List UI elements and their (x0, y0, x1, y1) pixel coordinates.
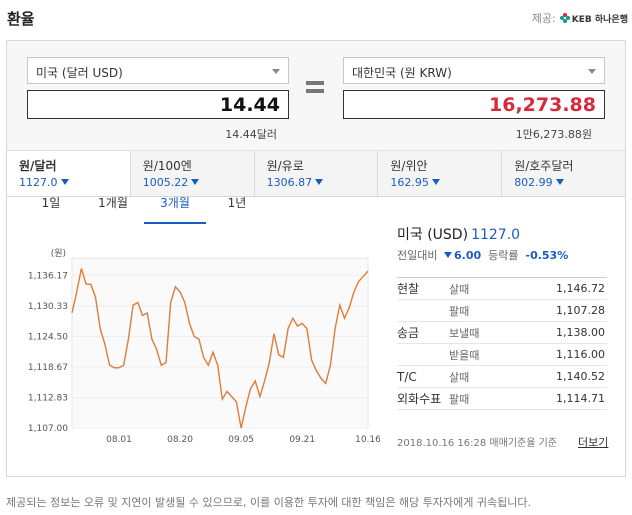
y-axis-unit: (원) (51, 248, 66, 259)
tab-name: 원/달러 (19, 159, 57, 173)
row-value: 1,107.28 (556, 304, 605, 317)
x-tick-label: 09.21 (289, 435, 315, 445)
table-row: 외화수표 팔때 1,114.71 (397, 388, 607, 410)
row-type: 살때 (449, 282, 470, 296)
table-row: 송금 보낼때 1,138.00 (397, 322, 607, 344)
y-tick-label: 1,118.67 (28, 363, 68, 373)
row-type: 팔때 (449, 304, 470, 318)
provider: 제공: KEB 하나은행 (532, 10, 628, 26)
x-tick-label: 09.05 (228, 435, 254, 445)
tab-cny[interactable]: 원/위안 162.95 (377, 151, 502, 196)
y-tick-label: 1,136.17 (28, 271, 68, 281)
provider-label: 제공: (531, 12, 556, 25)
y-tick-label: 1,130.33 (28, 302, 68, 312)
disclaimer: 제공되는 정보는 오류 및 지연이 발생될 수 있으므로, 이를 이용한 투자에… (6, 496, 531, 509)
change-value: 6.00 (453, 249, 482, 262)
to-currency-select[interactable]: 대한민국 (원 KRW) (343, 57, 605, 84)
row-group: 외화수표 (397, 392, 442, 406)
y-tick-label: 1,124.50 (28, 332, 68, 342)
to-amount-text: 1만6,273.88원 (515, 128, 592, 141)
row-type: 팔때 (449, 392, 470, 406)
down-arrow-icon (431, 179, 440, 185)
from-currency-label: 미국 (달러 USD) (36, 66, 123, 80)
keb-hana-logo[interactable]: KEB 하나은행 (559, 12, 628, 25)
row-value: 1,140.52 (556, 370, 605, 383)
table-row: T/C 살때 1,140.52 (397, 366, 607, 388)
tab-name: 원/100엔 (142, 159, 192, 173)
from-amount-text: 14.44달러 (225, 128, 277, 141)
pct-label: 등락률 (488, 249, 519, 262)
row-type: 받을때 (449, 348, 480, 362)
row-value: 1,138.00 (556, 326, 605, 339)
chevron-down-icon (588, 69, 596, 74)
to-currency-label: 대한민국 (원 KRW) (352, 66, 452, 80)
x-tick-label: 10.16 (355, 435, 380, 445)
row-group: 현찰 (397, 282, 420, 296)
tab-value: 802.99 (514, 176, 553, 189)
from-amount-input[interactable]: 14.44 (27, 90, 289, 119)
table-row: 팔때 1,107.28 (397, 300, 607, 322)
row-value: 1,116.00 (556, 348, 605, 361)
row-value: 1,114.71 (556, 392, 605, 405)
rates-table: 현찰 살때 1,146.72 팔때 1,107.28 송금 보낼때 1,138.00 받을… (397, 277, 607, 410)
tab-3month[interactable]: 3개월 (144, 182, 206, 224)
row-group: 송금 (397, 326, 420, 340)
tab-aud[interactable]: 원/호주달러 802.99 (501, 151, 625, 196)
info-rate: 1127.0 (471, 227, 521, 243)
pct-value: -0.53% (525, 249, 569, 262)
tab-1year[interactable]: 1년 (206, 182, 268, 224)
keb-logo-icon (559, 13, 570, 23)
table-row: 받을때 1,116.00 (397, 344, 607, 366)
widget-title: 환율 (7, 10, 35, 28)
row-type: 보낼때 (449, 326, 480, 340)
rate-line-chart[interactable]: 1,107.00 1,112.83 1,118.67 1,124.50 1,130.33… (20, 240, 380, 452)
y-tick-label: 1,107.00 (28, 424, 68, 434)
row-group: T/C (397, 369, 417, 384)
tab-name: 원/유로 (266, 159, 304, 173)
more-link[interactable]: 더보기 (578, 434, 608, 450)
info-heading: 미국 (USD) 1127.0 (397, 224, 520, 244)
row-type: 살때 (449, 370, 470, 384)
y-tick-label: 1,112.83 (28, 394, 68, 404)
chevron-down-icon (272, 69, 280, 74)
tab-1month[interactable]: 1개월 (82, 182, 144, 224)
period-tabs: 1일 1개월 3개월 1년 (20, 182, 380, 224)
equals-icon (306, 81, 324, 97)
provider-name: KEB 하나은행 (571, 14, 628, 25)
converter: 미국 (달러 USD) 14.44 14.44달러 대한민국 (원 KRW) 1… (7, 41, 625, 151)
from-currency-select[interactable]: 미국 (달러 USD) (27, 57, 289, 84)
tab-1day[interactable]: 1일 (20, 182, 82, 224)
timestamp: 2018.10.16 16:28 매매기준율 기준 (397, 438, 558, 449)
change-label: 전일대비 (397, 249, 438, 262)
table-row: 현찰 살때 1,146.72 (397, 278, 607, 300)
row-value: 1,146.72 (556, 282, 605, 295)
tab-name: 원/위안 (390, 159, 428, 173)
down-arrow-icon (443, 252, 452, 258)
x-tick-label: 08.01 (106, 435, 132, 445)
x-tick-label: 08.20 (167, 435, 193, 445)
tab-name: 원/호주달러 (514, 159, 574, 173)
info-change: 전일대비 6.00 등락률 -0.53% (397, 247, 568, 263)
plot-area (71, 257, 369, 429)
tab-value: 162.95 (390, 176, 429, 189)
to-amount-input[interactable]: 16,273.88 (343, 90, 605, 119)
down-arrow-icon (555, 179, 564, 185)
info-country: 미국 (USD) (397, 227, 469, 243)
